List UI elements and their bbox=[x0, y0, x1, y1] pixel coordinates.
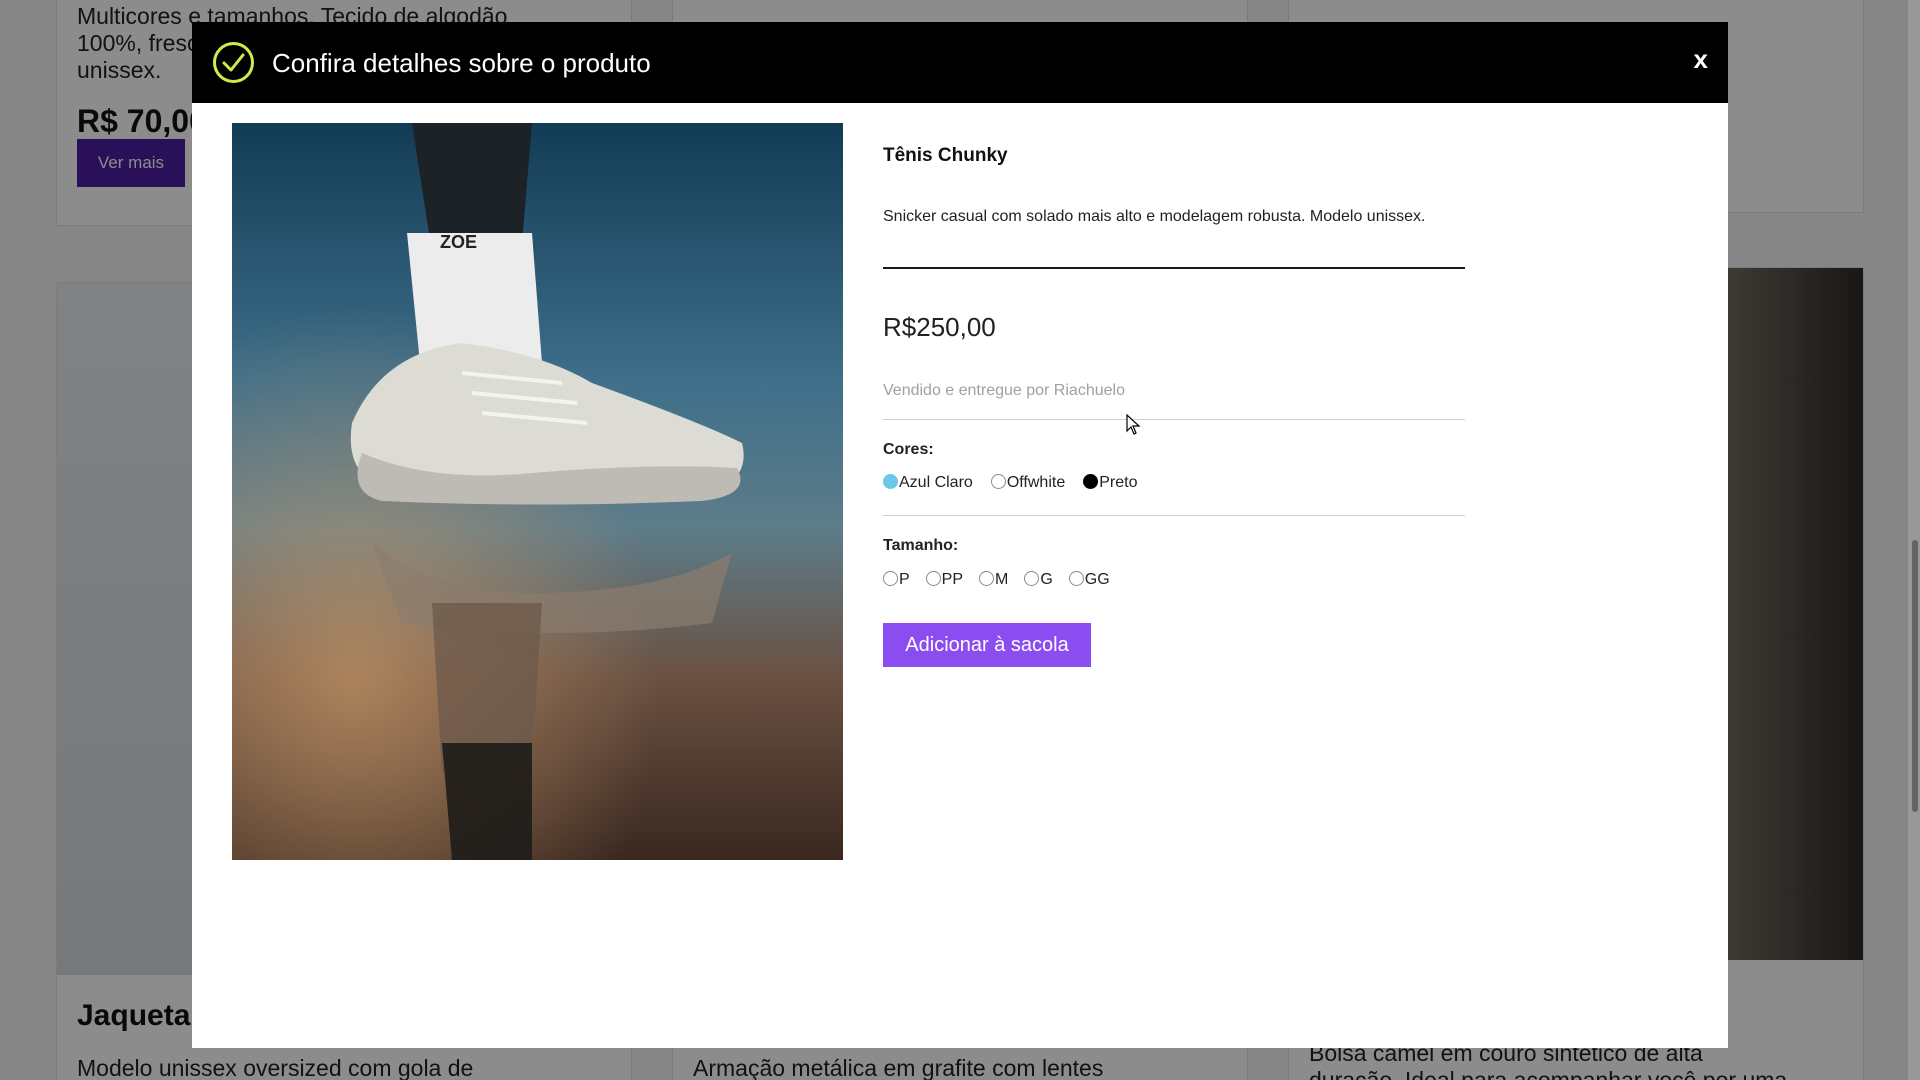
product-name: Tênis Chunky bbox=[883, 145, 1008, 166]
size-option-label: P bbox=[899, 571, 910, 588]
size-radio[interactable] bbox=[883, 570, 898, 586]
size-option-label: PP bbox=[941, 571, 964, 588]
close-button[interactable]: x bbox=[1694, 44, 1708, 75]
color-option-label: Offwhite bbox=[1006, 474, 1066, 491]
color-options: Azul Claro Offwhite Preto bbox=[883, 473, 1155, 492]
size-radio[interactable] bbox=[979, 570, 995, 586]
color-option-preto[interactable]: Preto bbox=[1083, 473, 1138, 492]
divider bbox=[883, 419, 1465, 420]
color-option-offwhite[interactable]: Offwhite bbox=[990, 473, 1066, 492]
modal-header: Confira detalhes sobre o produto x bbox=[192, 22, 1728, 103]
color-radio[interactable] bbox=[883, 473, 898, 489]
color-option-label: Preto bbox=[1099, 474, 1138, 491]
sneaker-photo: ZOE bbox=[232, 123, 843, 860]
add-to-bag-button[interactable]: Adicionar à sacola bbox=[883, 623, 1091, 667]
product-details-modal: Confira detalhes sobre o produto x ZOE T… bbox=[192, 22, 1728, 1048]
product-image: ZOE bbox=[232, 123, 843, 860]
size-option-p[interactable]: P bbox=[883, 570, 910, 589]
seller-info: Vendido e entregue por Riachuelo bbox=[883, 382, 1125, 399]
color-radio[interactable] bbox=[1083, 473, 1099, 489]
color-option-azul-claro[interactable]: Azul Claro bbox=[883, 473, 973, 492]
check-circle-icon bbox=[213, 42, 254, 83]
size-radio[interactable] bbox=[1068, 570, 1084, 586]
svg-text:ZOE: ZOE bbox=[440, 232, 477, 252]
page-scrollbar[interactable] bbox=[1908, 0, 1920, 1080]
colors-label: Cores: bbox=[883, 441, 934, 458]
size-option-label: G bbox=[1040, 571, 1053, 588]
product-description: Snicker casual com solado mais alto e mo… bbox=[883, 208, 1426, 225]
size-option-pp[interactable]: PP bbox=[925, 570, 964, 589]
size-label: Tamanho: bbox=[883, 537, 959, 554]
modal-title: Confira detalhes sobre o produto bbox=[272, 48, 651, 78]
size-option-m[interactable]: M bbox=[979, 570, 1009, 589]
size-radio[interactable] bbox=[925, 570, 941, 586]
size-radio[interactable] bbox=[1024, 570, 1040, 586]
divider bbox=[883, 515, 1465, 516]
divider bbox=[883, 267, 1465, 269]
mouse-cursor-icon bbox=[1126, 414, 1141, 435]
color-radio[interactable] bbox=[990, 473, 1006, 489]
size-options: P PP M G GG bbox=[883, 570, 1110, 589]
size-option-g[interactable]: G bbox=[1024, 570, 1053, 589]
size-option-gg[interactable]: GG bbox=[1068, 570, 1110, 589]
size-option-label: M bbox=[995, 571, 1009, 588]
product-price: R$250,00 bbox=[883, 312, 996, 342]
size-option-label: GG bbox=[1084, 571, 1110, 588]
color-option-label: Azul Claro bbox=[899, 474, 973, 491]
scrollbar-thumb[interactable] bbox=[1912, 540, 1918, 812]
